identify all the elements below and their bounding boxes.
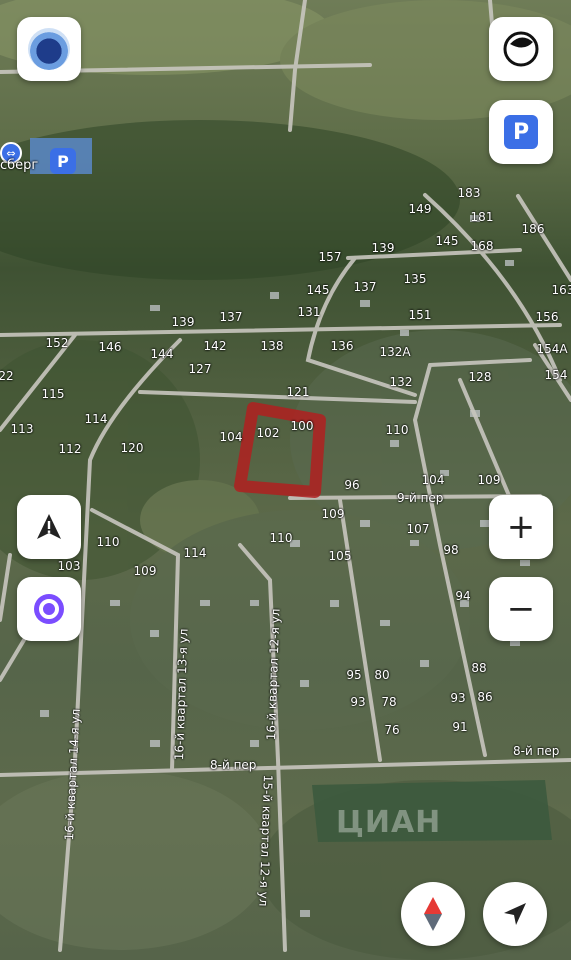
warning-icon <box>37 514 61 539</box>
minus-icon: − <box>506 589 536 629</box>
house-number: 132А <box>379 345 411 359</box>
house-number: 128 <box>468 370 492 384</box>
house-number: 88 <box>471 661 487 675</box>
house-number: 154А <box>536 342 568 356</box>
house-number: 86 <box>477 690 493 704</box>
house-number: 110 <box>269 531 293 545</box>
house-number: 22 <box>0 369 14 383</box>
house-number: 94 <box>455 589 471 603</box>
house-number: 103 <box>57 559 81 573</box>
house-number: 135 <box>403 272 427 286</box>
house-number: 107 <box>406 522 430 536</box>
house-number: 109 <box>477 473 501 487</box>
house-number: 136 <box>330 339 354 353</box>
house-number: 146 <box>98 340 122 354</box>
location-arrow-icon <box>504 903 526 925</box>
house-number: 168 <box>470 239 494 253</box>
house-number: 138 <box>260 339 284 353</box>
report-button[interactable] <box>17 495 81 559</box>
house-number: 137 <box>219 310 243 324</box>
house-number: 110 <box>96 535 120 549</box>
house-number: 132 <box>389 375 413 389</box>
layers-button[interactable] <box>489 17 553 81</box>
house-number: 154 <box>544 368 568 382</box>
house-number: 93 <box>450 691 466 705</box>
parking-marker[interactable]: P <box>50 148 76 174</box>
plus-icon: + <box>506 507 536 547</box>
house-number: 76 <box>384 723 400 737</box>
house-number: 114 <box>183 546 207 560</box>
house-number: 104 <box>219 430 243 444</box>
compass-button[interactable] <box>401 882 465 946</box>
house-number: 112 <box>58 442 82 456</box>
house-number: 127 <box>188 362 212 376</box>
compass-icon <box>424 897 442 931</box>
house-number: 144 <box>150 347 174 361</box>
house-number: 115 <box>41 387 65 401</box>
house-number: 151 <box>408 308 432 322</box>
house-number: 96 <box>344 478 360 492</box>
house-number: 95 <box>346 668 362 682</box>
house-number: 142 <box>203 339 227 353</box>
house-number: 139 <box>371 241 395 255</box>
house-number: 93 <box>350 695 366 709</box>
house-number: 149 <box>408 202 432 216</box>
house-number: 100 <box>290 419 314 433</box>
house-number: 78 <box>381 695 397 709</box>
house-number: 110 <box>385 423 409 437</box>
parking-button[interactable]: P <box>489 100 553 164</box>
street-label: 9-й пер <box>397 491 444 505</box>
house-number: 121 <box>286 385 310 399</box>
house-number: 145 <box>306 283 330 297</box>
parking-icon: P <box>504 115 538 149</box>
watermark: ЦИАН <box>336 805 442 840</box>
house-number: 131 <box>297 305 321 319</box>
house-number: 183 <box>457 186 481 200</box>
house-number: 186 <box>521 222 545 236</box>
house-number: 113 <box>10 422 34 436</box>
house-number: 156 <box>535 310 559 324</box>
zoom-out-button[interactable]: − <box>489 577 553 641</box>
alice-icon <box>34 594 64 624</box>
house-number: 109 <box>321 507 345 521</box>
house-number: 181 <box>470 210 494 224</box>
satellite-map[interactable]: 183 181 186 149 145 168 139 157 135 145 … <box>0 0 571 960</box>
house-number: 109 <box>133 564 157 578</box>
house-number: 98 <box>443 543 459 557</box>
street-label: 8-й пер <box>210 758 257 772</box>
house-number: 80 <box>374 668 390 682</box>
zoom-in-button[interactable]: + <box>489 495 553 559</box>
house-number: 105 <box>328 549 352 563</box>
house-number: 145 <box>435 234 459 248</box>
house-number: 120 <box>120 441 144 455</box>
house-number: 137 <box>353 280 377 294</box>
my-location-button[interactable] <box>483 882 547 946</box>
layers-icon <box>503 31 539 67</box>
house-number: 157 <box>318 250 342 264</box>
house-number: 139 <box>171 315 195 329</box>
house-number: 102 <box>256 426 280 440</box>
house-number: 152 <box>45 336 69 350</box>
house-number: 91 <box>452 720 468 734</box>
house-number: 163 <box>551 283 571 297</box>
profile-button[interactable] <box>17 17 81 81</box>
poi-label: сберг <box>0 158 39 173</box>
street-label: 8-й пер <box>513 744 560 758</box>
house-number: 104 <box>421 473 445 487</box>
house-number: 114 <box>84 412 108 426</box>
avatar <box>28 28 70 70</box>
alice-button[interactable] <box>17 577 81 641</box>
